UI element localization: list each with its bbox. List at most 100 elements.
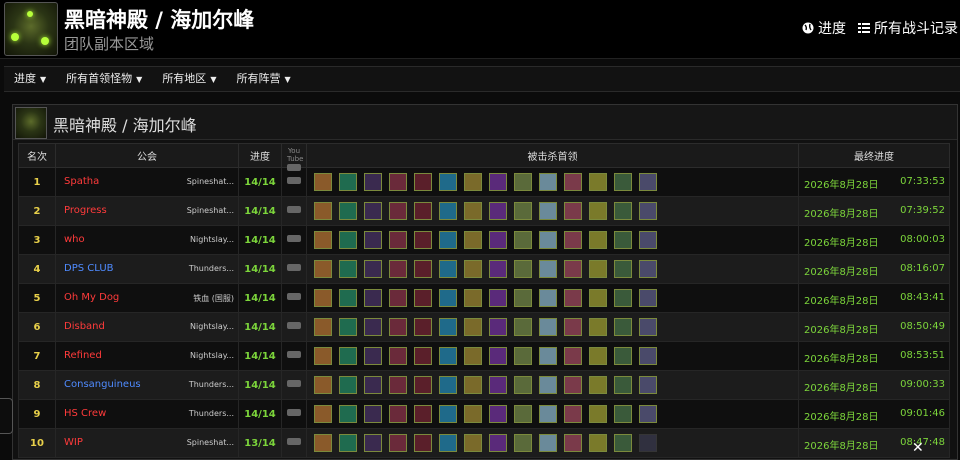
realm-name[interactable]: Nightslay... bbox=[190, 235, 234, 244]
boss-4-icon[interactable] bbox=[389, 318, 407, 336]
realm-name[interactable]: 铁血 (国服) bbox=[193, 293, 234, 304]
guild-name-link[interactable]: Consanguineus bbox=[64, 379, 141, 390]
boss-14-icon[interactable] bbox=[639, 202, 657, 220]
boss-9-icon[interactable] bbox=[514, 405, 532, 423]
boss-6-icon[interactable] bbox=[439, 318, 457, 336]
boss-6-icon[interactable] bbox=[439, 405, 457, 423]
boss-7-icon[interactable] bbox=[464, 318, 482, 336]
boss-10-icon[interactable] bbox=[539, 289, 557, 307]
boss-10-icon[interactable] bbox=[539, 405, 557, 423]
boss-3-icon[interactable] bbox=[364, 173, 382, 191]
boss-11-icon[interactable] bbox=[564, 347, 582, 365]
table-row[interactable]: 1 Spatha Spineshat... 14/14 2026年8月28日 07:33:… bbox=[18, 167, 950, 197]
nav-progress-dropdown[interactable]: 进度 ▼ bbox=[4, 67, 56, 91]
table-row[interactable]: 3 who Nightslay... 14/14 2026年8月28日 08:00:03 bbox=[18, 225, 950, 255]
boss-5-icon[interactable] bbox=[414, 434, 432, 452]
boss-11-icon[interactable] bbox=[564, 434, 582, 452]
boss-9-icon[interactable] bbox=[514, 289, 532, 307]
boss-14-icon[interactable] bbox=[639, 434, 657, 452]
boss-14-icon[interactable] bbox=[639, 260, 657, 278]
boss-1-icon[interactable] bbox=[314, 202, 332, 220]
boss-10-icon[interactable] bbox=[539, 231, 557, 249]
boss-11-icon[interactable] bbox=[564, 173, 582, 191]
boss-5-icon[interactable] bbox=[414, 405, 432, 423]
guild-name-link[interactable]: Progress bbox=[64, 205, 107, 216]
boss-8-icon[interactable] bbox=[489, 347, 507, 365]
boss-12-icon[interactable] bbox=[589, 376, 607, 394]
boss-12-icon[interactable] bbox=[589, 347, 607, 365]
boss-13-icon[interactable] bbox=[614, 405, 632, 423]
youtube-icon[interactable] bbox=[287, 318, 301, 334]
boss-7-icon[interactable] bbox=[464, 376, 482, 394]
boss-10-icon[interactable] bbox=[539, 260, 557, 278]
boss-5-icon[interactable] bbox=[414, 347, 432, 365]
boss-9-icon[interactable] bbox=[514, 434, 532, 452]
boss-1-icon[interactable] bbox=[314, 376, 332, 394]
table-row[interactable]: 2 Progress Spineshat... 14/14 2026年8月28日 07:3… bbox=[18, 196, 950, 226]
boss-13-icon[interactable] bbox=[614, 376, 632, 394]
boss-14-icon[interactable] bbox=[639, 376, 657, 394]
boss-7-icon[interactable] bbox=[464, 405, 482, 423]
boss-4-icon[interactable] bbox=[389, 347, 407, 365]
boss-11-icon[interactable] bbox=[564, 405, 582, 423]
nav-bosses-dropdown[interactable]: 所有首领怪物 ▼ bbox=[56, 67, 152, 91]
boss-13-icon[interactable] bbox=[614, 260, 632, 278]
boss-11-icon[interactable] bbox=[564, 289, 582, 307]
boss-5-icon[interactable] bbox=[414, 202, 432, 220]
boss-6-icon[interactable] bbox=[439, 347, 457, 365]
boss-6-icon[interactable] bbox=[439, 173, 457, 191]
boss-7-icon[interactable] bbox=[464, 260, 482, 278]
table-row[interactable]: 4 DPS CLUB Thunders... 14/14 2026年8月28日 08:16… bbox=[18, 254, 950, 284]
youtube-icon[interactable] bbox=[287, 434, 301, 450]
boss-12-icon[interactable] bbox=[589, 289, 607, 307]
youtube-icon[interactable] bbox=[287, 231, 301, 247]
boss-11-icon[interactable] bbox=[564, 202, 582, 220]
boss-1-icon[interactable] bbox=[314, 318, 332, 336]
boss-8-icon[interactable] bbox=[489, 434, 507, 452]
guild-name-link[interactable]: Oh My Dog bbox=[64, 292, 119, 303]
boss-1-icon[interactable] bbox=[314, 434, 332, 452]
youtube-icon[interactable] bbox=[287, 260, 301, 276]
boss-13-icon[interactable] bbox=[614, 202, 632, 220]
boss-2-icon[interactable] bbox=[339, 289, 357, 307]
boss-7-icon[interactable] bbox=[464, 173, 482, 191]
boss-6-icon[interactable] bbox=[439, 434, 457, 452]
boss-12-icon[interactable] bbox=[589, 405, 607, 423]
boss-7-icon[interactable] bbox=[464, 434, 482, 452]
boss-9-icon[interactable] bbox=[514, 347, 532, 365]
boss-4-icon[interactable] bbox=[389, 376, 407, 394]
boss-8-icon[interactable] bbox=[489, 173, 507, 191]
boss-11-icon[interactable] bbox=[564, 318, 582, 336]
youtube-icon[interactable] bbox=[287, 289, 301, 305]
boss-2-icon[interactable] bbox=[339, 173, 357, 191]
boss-9-icon[interactable] bbox=[514, 260, 532, 278]
boss-2-icon[interactable] bbox=[339, 231, 357, 249]
table-row[interactable]: 10 WIP Spineshat... 13/14 2026年8月28日 08:47:48 bbox=[18, 428, 950, 458]
boss-10-icon[interactable] bbox=[539, 173, 557, 191]
boss-5-icon[interactable] bbox=[414, 260, 432, 278]
boss-7-icon[interactable] bbox=[464, 289, 482, 307]
boss-14-icon[interactable] bbox=[639, 289, 657, 307]
boss-3-icon[interactable] bbox=[364, 202, 382, 220]
boss-8-icon[interactable] bbox=[489, 318, 507, 336]
boss-13-icon[interactable] bbox=[614, 434, 632, 452]
boss-7-icon[interactable] bbox=[464, 231, 482, 249]
boss-10-icon[interactable] bbox=[539, 347, 557, 365]
boss-3-icon[interactable] bbox=[364, 260, 382, 278]
boss-10-icon[interactable] bbox=[539, 376, 557, 394]
boss-14-icon[interactable] bbox=[639, 405, 657, 423]
guild-name-link[interactable]: DPS CLUB bbox=[64, 263, 114, 274]
youtube-icon[interactable] bbox=[287, 405, 301, 421]
boss-1-icon[interactable] bbox=[314, 231, 332, 249]
boss-2-icon[interactable] bbox=[339, 376, 357, 394]
boss-5-icon[interactable] bbox=[414, 289, 432, 307]
boss-14-icon[interactable] bbox=[639, 231, 657, 249]
boss-6-icon[interactable] bbox=[439, 376, 457, 394]
boss-2-icon[interactable] bbox=[339, 260, 357, 278]
boss-13-icon[interactable] bbox=[614, 347, 632, 365]
boss-1-icon[interactable] bbox=[314, 289, 332, 307]
boss-13-icon[interactable] bbox=[614, 289, 632, 307]
boss-1-icon[interactable] bbox=[314, 260, 332, 278]
realm-name[interactable]: Thunders... bbox=[189, 409, 234, 418]
boss-9-icon[interactable] bbox=[514, 202, 532, 220]
